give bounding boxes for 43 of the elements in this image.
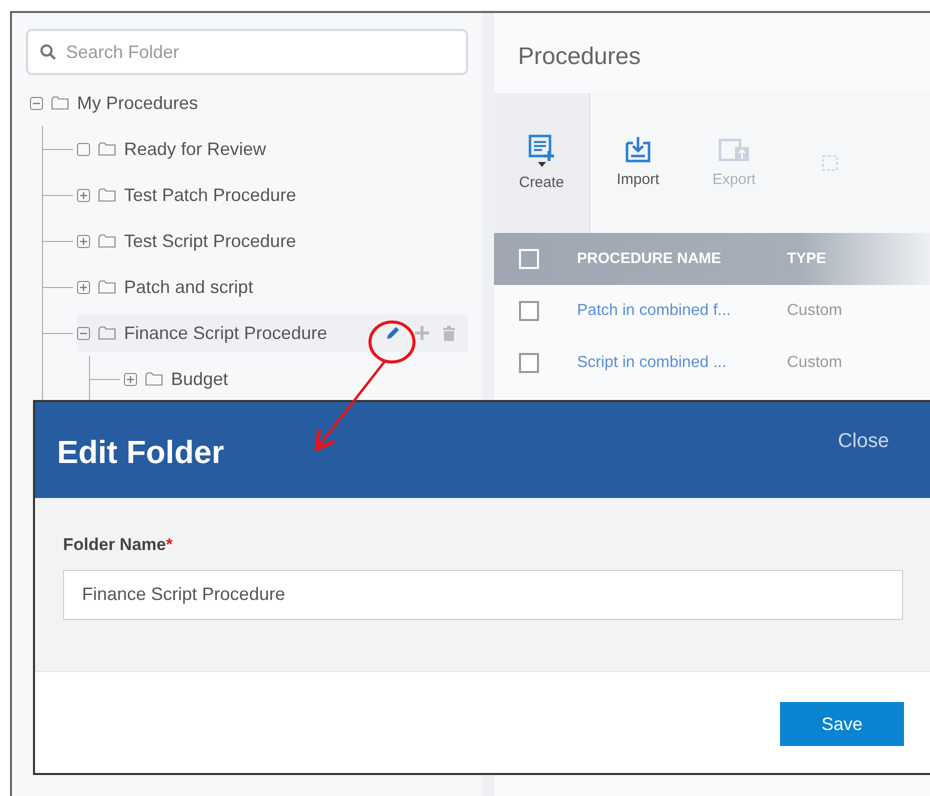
import-icon <box>623 134 653 165</box>
expand-icon[interactable] <box>77 280 90 294</box>
row-checkbox[interactable] <box>519 301 539 321</box>
folder-icon <box>51 96 69 110</box>
toolbar-button[interactable]: Create <box>494 93 590 233</box>
toolbar-button[interactable]: Import <box>590 93 686 233</box>
folder-icon <box>98 234 116 248</box>
table-cell-text: Custom <box>787 301 842 321</box>
pencil-icon[interactable] <box>384 324 402 342</box>
dialog-title: Edit Folder <box>57 433 224 472</box>
folder-icon <box>98 326 116 340</box>
plus-icon[interactable] <box>414 325 430 341</box>
header-checkbox[interactable] <box>519 249 539 269</box>
expand-icon[interactable] <box>77 188 90 202</box>
folder-label[interactable]: Patch and script <box>124 274 254 300</box>
folder-icon <box>98 142 116 156</box>
caret-icon <box>536 162 546 168</box>
annotation-circle <box>368 320 416 364</box>
row-checkbox[interactable] <box>519 353 539 373</box>
folder-label[interactable]: Test Patch Procedure <box>124 182 296 208</box>
field-label: Folder Name <box>63 534 166 556</box>
collapse-icon[interactable] <box>30 96 43 110</box>
expand-icon[interactable] <box>124 372 137 386</box>
folder-label[interactable]: Budget <box>171 366 228 392</box>
save-button[interactable]: Save <box>780 702 904 746</box>
close-button[interactable]: Close <box>838 426 889 456</box>
tree-row-highlight[interactable]: Finance Script Procedure <box>77 314 468 352</box>
folder-label[interactable]: Finance Script Procedure <box>124 320 328 346</box>
folder-label[interactable]: Ready for Review <box>124 136 266 162</box>
folder-label[interactable]: My Procedures <box>77 90 198 116</box>
required-mark: * <box>166 534 173 556</box>
empty-box-icon[interactable] <box>77 142 90 156</box>
search-icon <box>39 43 57 61</box>
folder-name-field[interactable]: Finance Script Procedure <box>63 570 903 620</box>
search-field[interactable]: Search Folder <box>26 29 468 75</box>
folder-icon <box>98 280 116 294</box>
table-cell-text: Custom <box>787 353 842 373</box>
collapse-icon[interactable] <box>77 326 90 340</box>
folder-label[interactable]: Test Script Procedure <box>124 228 296 254</box>
folder-icon <box>98 188 116 202</box>
page-title: Procedures <box>517 42 642 72</box>
folder-icon <box>145 372 163 386</box>
expand-icon[interactable] <box>77 234 90 248</box>
